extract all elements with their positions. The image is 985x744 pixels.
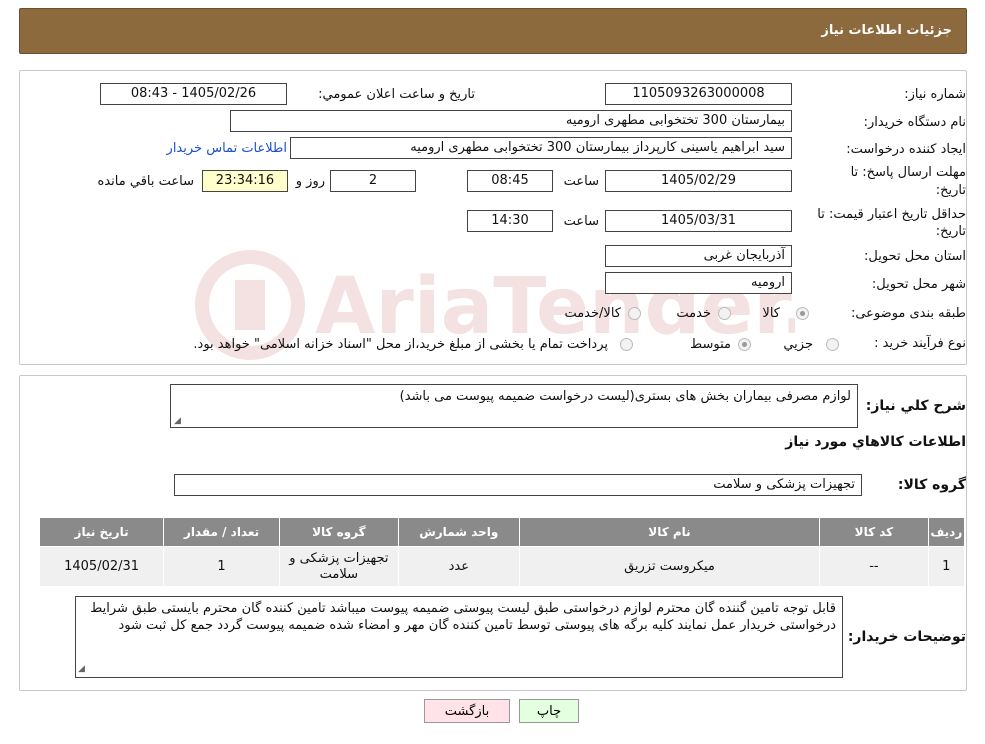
price-validity-label: حداقل تاريخ اعتبار قيمت: تا <box>817 207 966 222</box>
goods-info-title: اطلاعات کالاهاي مورد نياز <box>785 434 966 450</box>
col-quantity: تعداد / مقدار <box>163 517 280 547</box>
price-validity-label-2: تاريخ: <box>935 224 966 239</box>
notes-resize-grip-icon: ◢ <box>78 664 85 674</box>
print-button[interactable]: چاپ <box>519 699 579 723</box>
category-goods-service-label: کالا/خدمت <box>564 306 621 321</box>
cell-name: میکروست تزریق <box>518 546 821 587</box>
city-field: ارومیه <box>605 272 792 294</box>
buyer-notes-label: توضيحات خريدار: <box>847 629 966 645</box>
process-medium-label: متوسط <box>690 337 731 352</box>
cell-unit: عدد <box>397 546 520 587</box>
category-label: طبقه بندی موضوعی: <box>850 306 966 321</box>
process-type-label: نوع فرآيند خريد : <box>874 336 966 351</box>
page-title: جزئیات اطلاعات نیاز <box>821 23 952 38</box>
col-code: کد کالا <box>819 517 929 547</box>
requester-label: ايجاد کننده درخواست: <box>846 142 966 157</box>
province-label: استان محل تحويل: <box>864 249 966 264</box>
buyer-org-field: بیمارستان 300 تختخوابی مطهری ارومیه <box>230 110 792 132</box>
reply-time-label: ساعت <box>563 174 599 189</box>
cell-group: تجهیزات پزشکی و سلامت <box>278 546 399 587</box>
price-validity-time-field: 14:30 <box>467 210 553 232</box>
need-number-label: شماره نیاز: <box>904 87 966 102</box>
category-goods-label: کالا <box>762 306 780 321</box>
category-goods-service-radio[interactable] <box>628 307 641 320</box>
reply-time-field: 08:45 <box>467 170 553 192</box>
col-row: رديف <box>927 517 966 547</box>
treasury-payment-note: پرداخت تمام یا بخشی از مبلغ خرید،از محل … <box>193 337 608 352</box>
category-service-radio[interactable] <box>718 307 731 320</box>
buyer-notes-textarea: قابل توجه تامین گننده گان محترم لوازم در… <box>75 596 843 678</box>
buyer-contact-link[interactable]: اطلاعات تماس خريدار <box>167 141 287 156</box>
summary-label: شرح کلي نياز: <box>865 398 966 414</box>
back-button[interactable]: بازگشت <box>424 699 510 723</box>
announce-datetime-field: 1405/02/26 - 08:43 <box>100 83 287 105</box>
remaining-days-field: 2 <box>330 170 416 192</box>
col-name: نام کالا <box>518 517 821 547</box>
resize-grip-icon: ◢ <box>174 416 181 426</box>
col-need-date: تاريخ نياز <box>38 517 165 547</box>
treasury-payment-checkbox[interactable] <box>620 338 633 351</box>
table-row: 1 -- میکروست تزریق عدد تجهیزات پزشکی و س… <box>38 546 966 587</box>
reply-deadline-label: مهلت ارسال پاسخ: تا <box>850 165 966 180</box>
goods-table-header: رديف کد کالا نام کالا واحد شمارش گروه کا… <box>38 517 966 547</box>
process-minor-radio[interactable] <box>826 338 839 351</box>
category-goods-radio[interactable] <box>796 307 809 320</box>
need-number-field: 1105093263000008 <box>605 83 792 105</box>
remaining-time-label: ساعت باقي مانده <box>97 174 194 189</box>
goods-group-label: گروه کالا: <box>897 477 966 493</box>
days-label: روز و <box>295 174 325 189</box>
cell-row: 1 <box>927 546 966 587</box>
process-minor-label: جزيي <box>783 337 813 352</box>
reply-date-field: 1405/02/29 <box>605 170 792 192</box>
goods-group-field: تجهیزات پزشکی و سلامت <box>174 474 862 496</box>
remaining-time-field: 23:34:16 <box>202 170 288 192</box>
page-header: جزئیات اطلاعات نیاز <box>19 8 967 54</box>
city-label: شهر محل تحويل: <box>871 277 966 292</box>
province-field: آذربایجان غربی <box>605 245 792 267</box>
cell-code: -- <box>819 546 929 587</box>
summary-textarea: لوازم مصرفی بیماران بخش های بستری(لیست د… <box>170 384 858 428</box>
buyer-org-label: نام دستگاه خريدار: <box>863 115 966 130</box>
reply-deadline-label-2: تاريخ: <box>935 183 966 198</box>
col-unit: واحد شمارش <box>397 517 520 547</box>
validity-time-label: ساعت <box>563 214 599 229</box>
process-medium-radio[interactable] <box>738 338 751 351</box>
col-group: گروه کالا <box>278 517 399 547</box>
cell-quantity: 1 <box>163 546 280 587</box>
cell-need-date: 1405/02/31 <box>38 546 165 587</box>
price-validity-date-field: 1405/03/31 <box>605 210 792 232</box>
requester-field: سید ابراهیم یاسینی کارپرداز بیمارستان 30… <box>290 137 792 159</box>
goods-table: رديف کد کالا نام کالا واحد شمارش گروه کا… <box>38 517 966 587</box>
category-service-label: خدمت <box>676 306 711 321</box>
announce-datetime-label: تاريخ و ساعت اعلان عمومي: <box>318 87 475 102</box>
